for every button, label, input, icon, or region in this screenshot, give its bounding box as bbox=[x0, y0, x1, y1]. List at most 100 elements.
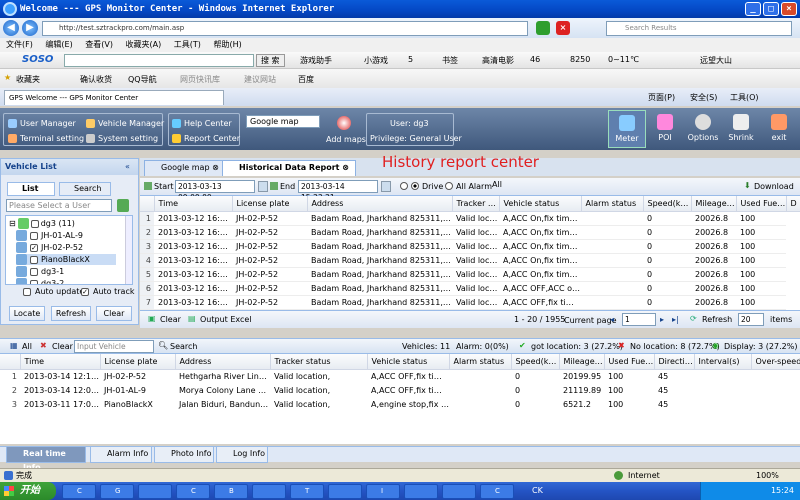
menu-tools[interactable]: 工具(T) bbox=[174, 40, 201, 49]
radio-button[interactable] bbox=[400, 182, 408, 190]
forward-icon[interactable]: ▶ bbox=[22, 20, 38, 36]
tools-menu[interactable]: 工具(O) bbox=[730, 92, 759, 103]
search-icon[interactable]: 🔍︎ bbox=[158, 341, 168, 350]
terminal-setting-link[interactable]: Terminal setting bbox=[8, 134, 84, 143]
tab-alarm-info[interactable]: Alarm Info bbox=[90, 447, 152, 463]
column-header[interactable]: Alarm status bbox=[449, 354, 512, 370]
rt-clear-button[interactable]: Clear bbox=[52, 342, 73, 351]
column-header[interactable]: Vehicle status bbox=[499, 196, 582, 212]
column-header[interactable]: Address bbox=[175, 354, 271, 370]
checkbox[interactable] bbox=[30, 267, 38, 276]
help-center-link[interactable]: Help Center bbox=[172, 119, 232, 128]
user-manager-link[interactable]: User Manager bbox=[8, 119, 76, 128]
checkbox-checked[interactable]: ✓ bbox=[30, 243, 38, 252]
all-alarm-label[interactable]: All Alarm bbox=[456, 182, 492, 191]
taskbar-button[interactable]: I bbox=[366, 484, 400, 499]
maximize-button[interactable]: □ bbox=[763, 2, 779, 16]
refresh-icon[interactable]: ⟳ bbox=[690, 314, 697, 323]
fav-item[interactable]: 网页快讯库 bbox=[180, 74, 220, 85]
tab-photo-info[interactable]: Photo Info bbox=[154, 447, 214, 463]
column-header[interactable]: License plate bbox=[232, 196, 308, 212]
checkbox-checked[interactable]: ✓ bbox=[81, 287, 89, 296]
tree-vehicle[interactable]: JH-01-AL-9 bbox=[16, 230, 83, 241]
taskbar-button[interactable]: C bbox=[480, 484, 514, 499]
taskbar-button[interactable] bbox=[404, 484, 438, 499]
system-setting-link[interactable]: System setting bbox=[86, 134, 158, 143]
start-button[interactable]: 开始 bbox=[0, 482, 56, 500]
meter-button[interactable]: Meter bbox=[608, 110, 646, 148]
taskbar-button[interactable] bbox=[138, 484, 172, 499]
excel-icon[interactable]: ▤ bbox=[188, 314, 196, 323]
fav-item[interactable]: QQ导航 bbox=[128, 74, 157, 85]
tree-vehicle[interactable]: ✓ JH-02-P-52 bbox=[16, 242, 83, 253]
soso-item[interactable]: 书签 bbox=[442, 55, 458, 66]
back-icon[interactable]: ◀ bbox=[3, 20, 19, 36]
tab-log-info[interactable]: Log Info bbox=[216, 447, 268, 463]
safety-menu[interactable]: 安全(S) bbox=[690, 92, 717, 103]
checkbox[interactable] bbox=[30, 255, 38, 264]
last-page-icon[interactable]: ▸| bbox=[672, 315, 679, 324]
column-header[interactable]: Interval(s) bbox=[694, 354, 752, 370]
column-header[interactable]: License plate bbox=[100, 354, 176, 370]
soso-search-button[interactable]: 搜 索 bbox=[256, 54, 285, 67]
search-input[interactable]: Search Results bbox=[606, 21, 792, 36]
map-select[interactable]: Google map bbox=[246, 115, 320, 128]
taskbar-button[interactable]: T bbox=[290, 484, 324, 499]
column-header[interactable]: Address bbox=[307, 196, 453, 212]
soso-item[interactable]: 游戏助手 bbox=[300, 55, 332, 66]
language-indicator[interactable]: CK bbox=[532, 486, 543, 495]
soso-item[interactable]: 高清电影 bbox=[482, 55, 514, 66]
column-header[interactable]: Speed(km/h) bbox=[643, 196, 692, 212]
tab-search[interactable]: Search bbox=[59, 182, 111, 196]
tab-google-map[interactable]: Google map ⊗ bbox=[144, 160, 226, 176]
soso-search-input[interactable] bbox=[64, 54, 254, 67]
tree-vehicle[interactable]: dg3-2 bbox=[16, 278, 64, 284]
column-header[interactable]: Tracker st... bbox=[452, 196, 500, 212]
table-row[interactable]: 62013-03-12 16:10:05JH-02-P-52Badam Road… bbox=[140, 281, 800, 296]
favorites-label[interactable]: 收藏夹 bbox=[16, 74, 40, 85]
add-maps-label[interactable]: Add maps bbox=[326, 135, 366, 144]
select-all-icon[interactable]: ▦ bbox=[10, 341, 18, 350]
start-date-input[interactable]: 2013-03-13 00:00:00 bbox=[175, 180, 255, 202]
per-page-select[interactable]: 20 bbox=[738, 313, 764, 326]
column-header[interactable]: Alarm status bbox=[581, 196, 644, 212]
next-page-icon[interactable]: ▸ bbox=[660, 315, 664, 324]
table-row[interactable]: 12013-03-12 16:01:47JH-02-P-52Badam Road… bbox=[140, 211, 800, 226]
address-input[interactable]: http://test.sztrackpro.com/main.asp bbox=[42, 21, 528, 36]
checkbox[interactable] bbox=[30, 219, 39, 228]
drive-label[interactable]: Drive bbox=[422, 182, 443, 191]
column-header[interactable]: Tracker status bbox=[270, 354, 368, 370]
taskbar-button[interactable] bbox=[442, 484, 476, 499]
column-header[interactable]: Time bbox=[154, 196, 233, 212]
options-button[interactable]: Options bbox=[684, 110, 722, 148]
table-row[interactable]: 72013-03-12 16:11:47JH-02-P-52Badam Road… bbox=[140, 295, 800, 310]
table-row[interactable]: 1 2013-03-14 12:17:36 JH-02-P-52 Hethgarha … bbox=[0, 369, 800, 383]
column-header[interactable]: Mileage(k... bbox=[559, 354, 605, 370]
taskbar-button[interactable]: B bbox=[214, 484, 248, 499]
all-label[interactable]: All bbox=[492, 180, 502, 189]
soso-item[interactable]: 46 bbox=[530, 55, 540, 64]
table-row[interactable]: 32013-03-12 16:05:47JH-02-P-52Badam Road… bbox=[140, 239, 800, 254]
fav-item[interactable]: 百度 bbox=[298, 74, 314, 85]
tree-scrollbar[interactable] bbox=[125, 216, 132, 284]
table-row[interactable]: 2 2013-03-14 12:06:37 JH-01-AL-9 Morya Colo… bbox=[0, 383, 800, 397]
close-button[interactable]: × bbox=[781, 2, 797, 16]
tab-list[interactable]: List bbox=[7, 182, 55, 196]
taskbar-button[interactable]: G bbox=[100, 484, 134, 499]
refresh-icon[interactable] bbox=[536, 21, 550, 35]
menu-view[interactable]: 查看(V) bbox=[85, 40, 113, 49]
report-center-link[interactable]: Report Center bbox=[172, 134, 240, 143]
prev-page-icon[interactable]: ◂ bbox=[610, 315, 614, 324]
fav-item[interactable]: 建议网站 bbox=[244, 74, 276, 85]
stop-icon[interactable]: × bbox=[556, 21, 570, 35]
calendar-icon[interactable] bbox=[258, 181, 268, 192]
end-date-input[interactable]: 2013-03-14 15:23:21 bbox=[298, 180, 378, 202]
menu-edit[interactable]: 编辑(E) bbox=[45, 40, 72, 49]
table-row[interactable]: 3 2013-03-11 17:02:43 PianoBlackX Jalan Bid… bbox=[0, 397, 800, 411]
poi-button[interactable]: POI bbox=[646, 110, 684, 148]
column-header[interactable]: Time bbox=[20, 354, 101, 370]
checkbox[interactable] bbox=[30, 279, 38, 284]
column-header[interactable]: Used Fuel(... bbox=[604, 354, 655, 370]
tab-historical-report[interactable]: Historical Data Report ⊗ bbox=[222, 160, 356, 176]
column-header[interactable]: Over-speed bbox=[751, 354, 800, 370]
